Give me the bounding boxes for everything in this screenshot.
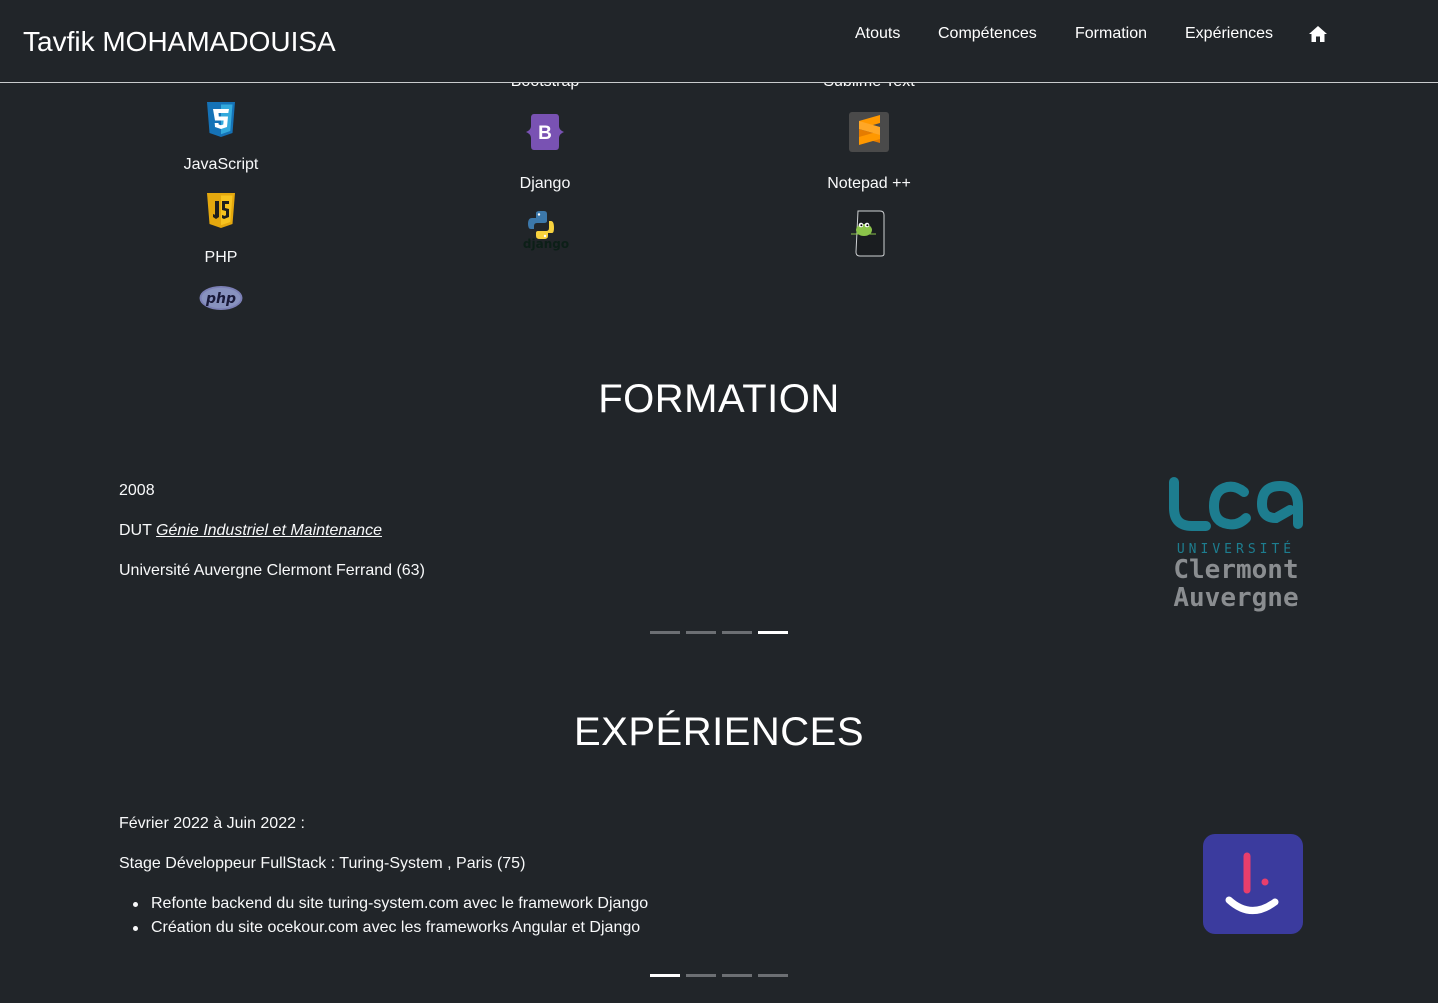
list-item: Création du site ocekour.com avec les fr…	[132, 916, 648, 940]
css3-icon	[205, 102, 237, 138]
svg-text:Clermont: Clermont	[1173, 555, 1298, 585]
experiences-title: EXPÉRIENCES	[573, 710, 865, 754]
experience-bullets: Refonte backend du site turing-system.co…	[132, 892, 648, 940]
carousel-indicator-2[interactable]	[686, 974, 716, 977]
skill-label-django: Django	[519, 175, 571, 192]
django-icon: django	[523, 211, 569, 253]
nav-link-experiences[interactable]: Expériences	[1185, 25, 1273, 43]
formation-degree-prefix: DUT	[119, 522, 157, 539]
nav-link-competences[interactable]: Compétences	[938, 25, 1037, 43]
formation-school: Université Auvergne Clermont Ferrand (63…	[119, 562, 425, 579]
svg-text:Auvergne: Auvergne	[1173, 583, 1298, 612]
bootstrap-icon: B	[526, 114, 564, 150]
page-content: Bootstrap Sublime Text JavaScript PHP ph…	[0, 0, 1438, 1003]
carousel-indicator-1[interactable]	[650, 631, 680, 634]
carousel-indicator-1[interactable]	[650, 974, 680, 977]
carousel-indicator-3[interactable]	[722, 974, 752, 977]
sublime-text-icon	[849, 112, 889, 152]
skill-label-javascript: JavaScript	[183, 156, 259, 173]
skill-label-php: PHP	[204, 249, 238, 266]
top-navbar: Tavfik MOHAMADOUISA Atouts Compétences F…	[0, 0, 1438, 83]
experience-period: Février 2022 à Juin 2022 :	[119, 815, 305, 832]
carousel-indicator-4[interactable]	[758, 631, 788, 634]
list-item: Refonte backend du site turing-system.co…	[132, 892, 648, 916]
formation-title: FORMATION	[598, 377, 840, 421]
javascript-icon	[205, 193, 237, 229]
site-brand[interactable]: Tavfik MOHAMADOUISA	[23, 26, 336, 58]
formation-year: 2008	[119, 482, 155, 499]
formation-carousel-indicators	[650, 631, 788, 634]
svg-text:django: django	[523, 237, 569, 251]
nav-link-atouts[interactable]: Atouts	[855, 25, 900, 43]
experiences-carousel-indicators	[650, 974, 788, 977]
php-icon: php	[199, 285, 243, 311]
carousel-indicator-3[interactable]	[722, 631, 752, 634]
formation-degree: DUT Génie Industriel et Maintenance	[119, 522, 382, 540]
experience-role: Stage Développeur FullStack : Turing-Sys…	[119, 855, 526, 872]
svg-text:B: B	[538, 123, 552, 144]
nav-link-formation[interactable]: Formation	[1075, 25, 1147, 43]
carousel-indicator-4[interactable]	[758, 974, 788, 977]
carousel-indicator-2[interactable]	[686, 631, 716, 634]
notepad-plus-plus-icon	[848, 210, 888, 258]
turing-system-logo	[1203, 834, 1303, 934]
formation-degree-link[interactable]: Génie Industriel et Maintenance	[156, 522, 382, 539]
skill-label-notepad-plus-plus: Notepad ++	[827, 175, 911, 192]
svg-text:php: php	[205, 291, 236, 307]
home-icon[interactable]	[1308, 25, 1328, 43]
uca-university-logo: UNIVERSITÉ Clermont Auvergne	[1166, 476, 1306, 613]
